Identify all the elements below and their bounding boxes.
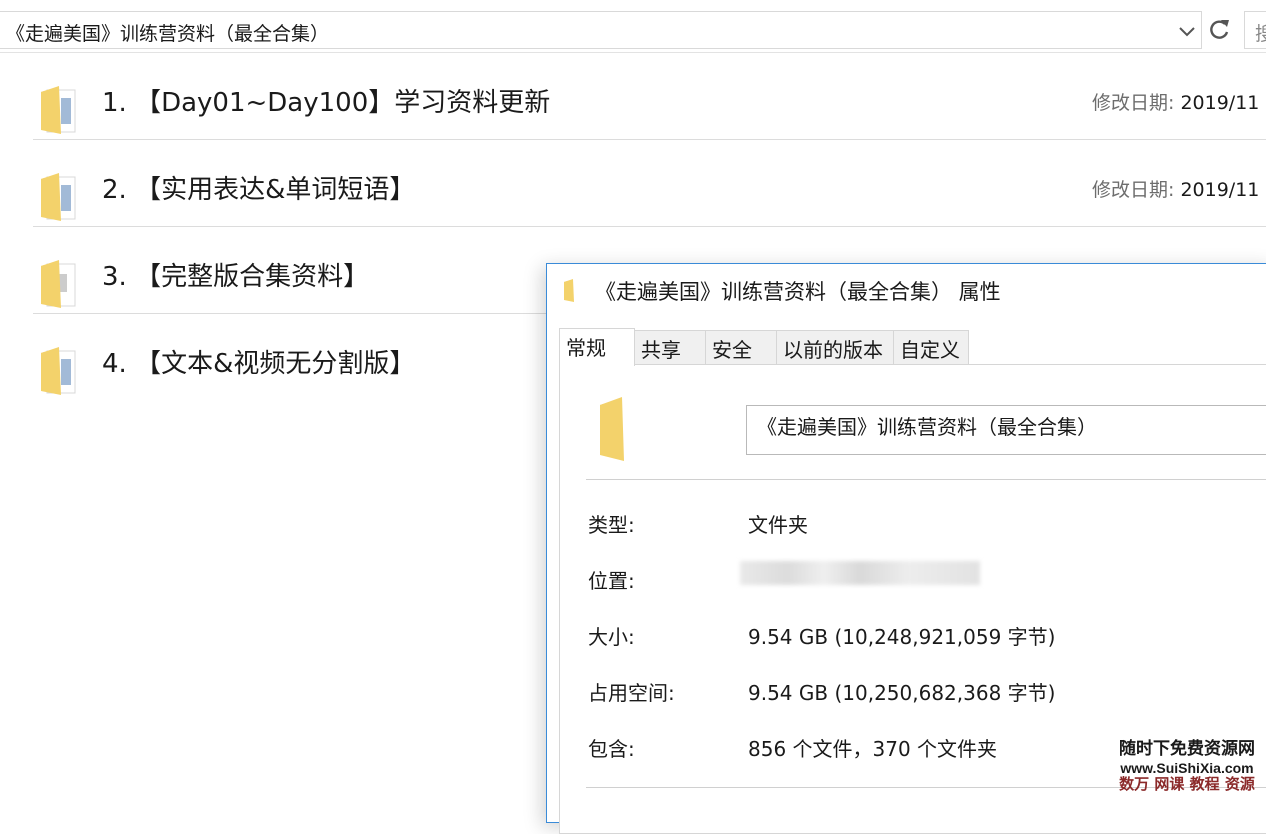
type-value: 文件夹 xyxy=(748,513,808,537)
file-name: 2. 【实用表达&单词短语】 xyxy=(102,175,416,205)
folder-icon xyxy=(600,397,624,461)
modified-date: 修改日期: 2019/11 xyxy=(1092,175,1259,202)
tab-previous-versions[interactable]: 以前的版本 xyxy=(776,330,894,364)
date-label: 修改日期: xyxy=(1092,179,1175,201)
chevron-down-icon[interactable] xyxy=(1176,20,1198,42)
file-name: 3. 【完整版合集资料】 xyxy=(102,262,370,292)
contains-label: 包含: xyxy=(588,737,635,761)
disk-size-label: 占用空间: xyxy=(588,681,675,705)
tab-customize[interactable]: 自定义 xyxy=(893,330,969,364)
folder-name-input[interactable]: 《走遍美国》训练营资料（最全合集） xyxy=(746,405,1266,455)
address-bar: 《走遍美国》训练营资料（最全合集） 搜 xyxy=(0,0,1266,53)
date-label: 修改日期: xyxy=(1092,92,1175,114)
dialog-titlebar[interactable]: 《走遍美国》训练营资料（最全合集） 属性 xyxy=(547,264,1266,317)
size-value: 9.54 GB (10,248,921,059 字节) xyxy=(748,625,1056,649)
location-value-redacted xyxy=(740,561,980,585)
contains-value: 856 个文件，370 个文件夹 xyxy=(748,737,998,761)
folder-icon xyxy=(564,279,574,302)
file-name: 4. 【文本&视频无分割版】 xyxy=(102,349,416,379)
watermark-line3: 数万 网课 教程 资源 xyxy=(1119,774,1255,793)
folder-icon xyxy=(41,260,76,308)
watermark: 随时下免费资源网 www.SuiShiXia.com 数万 网课 教程 资源 xyxy=(1108,739,1266,801)
watermark-line1: 随时下免费资源网 xyxy=(1119,739,1255,759)
size-label: 大小: xyxy=(588,625,635,649)
date-value: 2019/11 xyxy=(1180,92,1260,114)
divider xyxy=(586,479,1266,480)
folder-name-value: 《走遍美国》训练营资料（最全合集） xyxy=(757,415,1097,439)
refresh-icon[interactable] xyxy=(1204,14,1234,46)
disk-size-value: 9.54 GB (10,250,682,368 字节) xyxy=(748,681,1056,705)
location-label: 位置: xyxy=(588,569,635,593)
folder-icon xyxy=(41,173,76,221)
address-path-field[interactable]: 《走遍美国》训练营资料（最全合集） xyxy=(0,11,1202,49)
watermark-line2: www.SuiShiXia.com xyxy=(1120,759,1254,776)
tab-sharing[interactable]: 共享 xyxy=(634,330,706,364)
date-value: 2019/11 xyxy=(1180,179,1260,201)
file-name: 1. 【Day01~Day100】学习资料更新 xyxy=(102,88,551,118)
tab-general[interactable]: 常规 xyxy=(559,328,635,366)
modified-date: 修改日期: 2019/11 xyxy=(1092,88,1259,115)
search-input[interactable]: 搜 xyxy=(1244,11,1266,49)
address-path-text: 《走遍美国》训练营资料（最全合集） xyxy=(6,23,330,45)
folder-icon xyxy=(41,347,76,395)
search-placeholder: 搜 xyxy=(1255,23,1266,45)
folder-icon xyxy=(41,86,76,134)
list-item[interactable]: 2. 【实用表达&单词短语】 修改日期: 2019/11 xyxy=(33,139,1266,227)
list-item[interactable]: 1. 【Day01~Day100】学习资料更新 修改日期: 2019/11 xyxy=(33,52,1266,140)
type-label: 类型: xyxy=(588,513,635,537)
tab-security[interactable]: 安全 xyxy=(705,330,777,364)
dialog-title: 《走遍美国》训练营资料（最全合集） 属性 xyxy=(595,280,1001,304)
